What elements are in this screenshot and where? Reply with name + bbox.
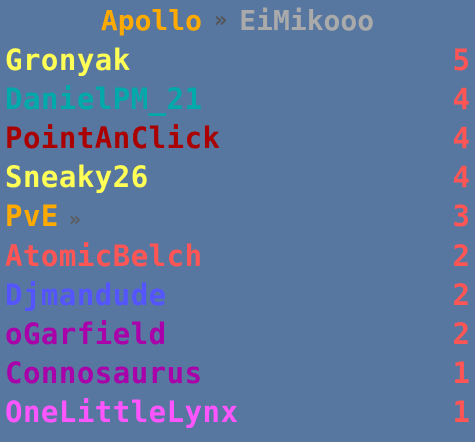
- scoreboard-row: Gronyak 5: [0, 40, 475, 79]
- scoreboard-title: Apollo » EiMikooo: [0, 0, 475, 40]
- player-score: 2: [452, 277, 470, 312]
- player-score: 3: [452, 199, 470, 234]
- player-score: 2: [452, 316, 470, 351]
- scoreboard-row: Djmandude 2: [0, 275, 475, 314]
- player-score: 5: [452, 42, 470, 77]
- scoreboard-row: DanielPM_21 4: [0, 79, 475, 118]
- scoreboard-rows: Gronyak 5 DanielPM_21 4 PointAnClick 4 S…: [0, 40, 475, 432]
- player-name: oGarfield: [5, 316, 167, 351]
- title-player-name: EiMikooo: [239, 3, 375, 37]
- player-name: Connosaurus: [5, 356, 203, 391]
- player-name: Gronyak: [5, 42, 131, 77]
- player-suffix: »: [68, 207, 82, 232]
- title-separator-icon: »: [214, 7, 228, 33]
- player-score: 1: [452, 356, 470, 391]
- scoreboard-row: Sneaky26 4: [0, 158, 475, 197]
- title-server-name: Apollo: [100, 3, 203, 37]
- player-name: Sneaky26: [5, 160, 149, 195]
- scoreboard: Apollo » EiMikooo Gronyak 5 DanielPM_21 …: [0, 0, 475, 442]
- player-name: PointAnClick: [5, 120, 221, 155]
- player-name: Djmandude: [5, 277, 167, 312]
- player-score: 4: [452, 120, 470, 155]
- scoreboard-row: PointAnClick 4: [0, 118, 475, 157]
- player-score: 4: [452, 160, 470, 195]
- scoreboard-row: oGarfield 2: [0, 314, 475, 353]
- player-name: OneLittleLynx: [5, 395, 239, 430]
- player-name: DanielPM_21: [5, 81, 203, 116]
- scoreboard-row: AtomicBelch 2: [0, 236, 475, 275]
- player-score: 4: [452, 81, 470, 116]
- scoreboard-row: Connosaurus 1: [0, 354, 475, 393]
- scoreboard-row: PvE» 3: [0, 197, 475, 236]
- player-score: 1: [452, 395, 470, 430]
- player-name: AtomicBelch: [5, 238, 203, 273]
- player-score: 2: [452, 238, 470, 273]
- scoreboard-row: OneLittleLynx 1: [0, 393, 475, 432]
- player-name: PvE»: [5, 199, 82, 234]
